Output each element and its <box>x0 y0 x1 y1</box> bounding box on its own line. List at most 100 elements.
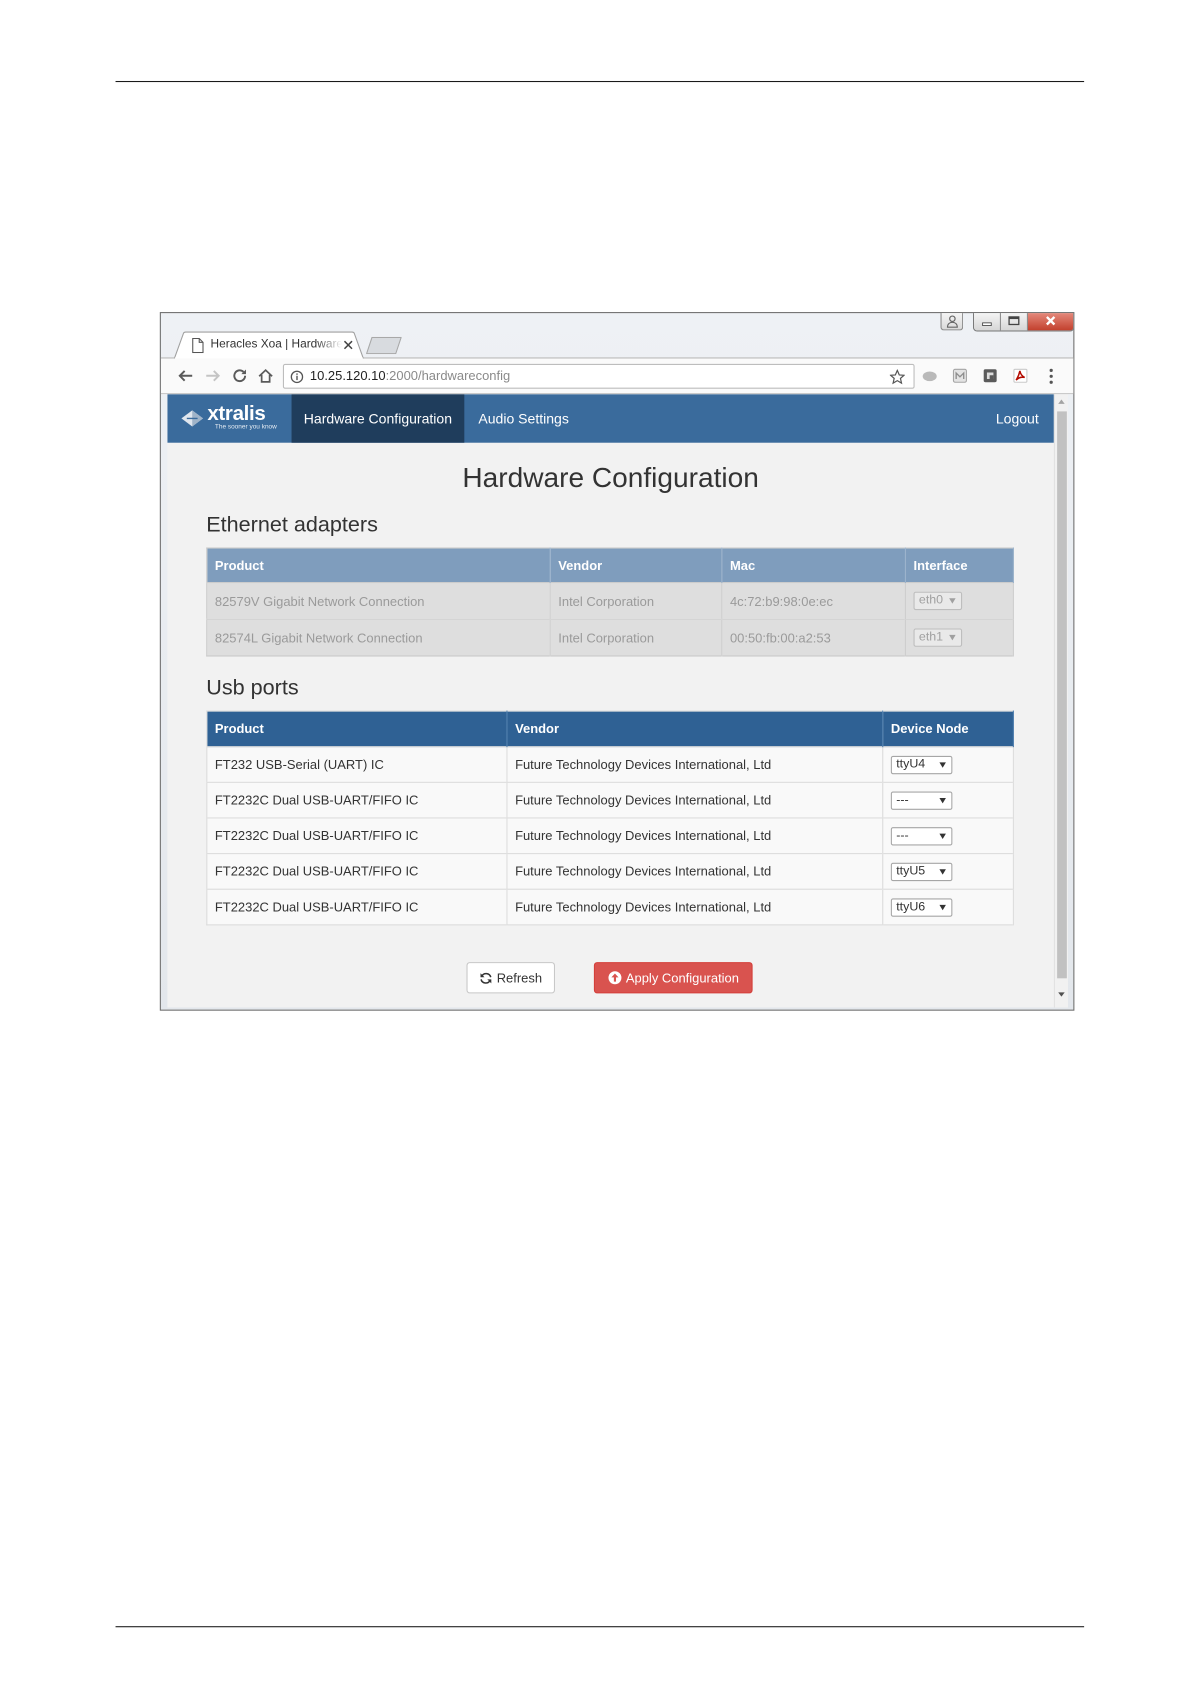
device-node-value: ttyU4 <box>896 757 926 771</box>
mac-cell: 00:50:fb:00:a2:53 <box>721 618 906 656</box>
table-row: 82579V Gigabit Network Connection Intel … <box>206 582 1014 620</box>
device-node-select[interactable]: ttyU5 <box>890 862 953 881</box>
profile-button[interactable] <box>940 313 964 331</box>
product-cell: FT2232C Dual USB-UART/FIFO IC <box>206 781 508 818</box>
xtralis-logo[interactable]: xtralis The sooner you know <box>167 394 291 443</box>
manual-page: Heracles Xoa | Hardware 10.25.120.10:200… <box>0 0 1190 1684</box>
usb-header-row: Product Vendor Device Node <box>206 711 1014 747</box>
reload-icon[interactable] <box>231 367 248 384</box>
url-path: :2000/hardwareconfig <box>385 368 511 384</box>
product-cell: FT2232C Dual USB-UART/FIFO IC <box>206 853 508 890</box>
column-header-vendor: Vendor <box>550 547 723 583</box>
caret-down-icon <box>949 598 956 604</box>
vendor-cell: Intel Corporation <box>550 618 723 656</box>
column-header-vendor: Vendor <box>506 711 884 747</box>
nav-hardware-configuration[interactable]: Hardware Configuration <box>291 394 465 443</box>
new-tab-button[interactable] <box>365 336 402 355</box>
mac-cell: 4c:72:b9:98:0e:ec <box>721 582 906 620</box>
vendor-cell: Future Technology Devices International,… <box>506 746 884 783</box>
device-node-cell: ttyU5 <box>882 853 1014 890</box>
table-row: 82574L Gigabit Network Connection Intel … <box>206 618 1014 656</box>
tab-close-icon[interactable] <box>343 340 353 350</box>
interface-cell: eth1 <box>905 618 1014 656</box>
table-row: FT2232C Dual USB-UART/FIFO IC Future Tec… <box>206 888 1014 925</box>
interface-cell: eth0 <box>905 582 1014 620</box>
device-node-select[interactable]: --- <box>890 790 953 810</box>
close-window-button[interactable] <box>1027 313 1074 331</box>
acrobat-pdf-icon[interactable] <box>1013 368 1028 383</box>
scrollbar-thumb[interactable] <box>1057 411 1067 979</box>
home-icon[interactable] <box>257 367 274 384</box>
info-icon[interactable] <box>290 370 304 384</box>
refresh-button-label: Refresh <box>496 970 543 986</box>
caret-down-icon <box>939 833 946 839</box>
minimize-icon <box>982 322 992 326</box>
device-node-select[interactable]: --- <box>890 826 953 845</box>
product-cell: FT2232C Dual USB-UART/FIFO IC <box>206 817 508 854</box>
column-header-device-node: Device Node <box>882 711 1014 747</box>
page-title: Hardware Configuration <box>462 461 759 494</box>
web-page-viewport: xtralis The sooner you know Hardware Con… <box>167 394 1068 1008</box>
url-text[interactable]: 10.25.120.10:2000/hardwareconfig <box>310 365 510 388</box>
device-node-value: --- <box>896 793 909 807</box>
window-controls <box>972 313 1074 332</box>
product-cell: 82579V Gigabit Network Connection <box>206 582 551 620</box>
logout-link[interactable]: Logout <box>996 394 1039 443</box>
caret-down-icon <box>949 634 956 641</box>
scroll-down-arrow-icon[interactable] <box>1058 992 1065 997</box>
vendor-cell: Future Technology Devices International,… <box>506 853 884 890</box>
product-cell: FT2232C Dual USB-UART/FIFO IC <box>206 888 508 925</box>
minimize-button[interactable] <box>973 313 1001 331</box>
browser-tab[interactable]: Heracles Xoa | Hardware <box>173 331 364 359</box>
usb-heading: Usb ports <box>206 675 299 700</box>
scroll-up-arrow-icon[interactable] <box>1058 399 1065 404</box>
header-rule <box>115 80 1085 83</box>
device-node-select[interactable]: ttyU6 <box>890 897 953 917</box>
refresh-button[interactable]: Refresh <box>466 962 556 994</box>
vendor-cell: Future Technology Devices International,… <box>506 817 884 854</box>
interface-select-value: eth1 <box>918 630 944 644</box>
column-header-product: Product <box>206 547 551 583</box>
address-bar[interactable]: 10.25.120.10:2000/hardwareconfig <box>282 363 915 389</box>
logo-text: xtralis <box>207 402 266 426</box>
circle-arrow-up-icon <box>608 971 622 985</box>
table-row: FT2232C Dual USB-UART/FIFO IC Future Tec… <box>206 853 1014 890</box>
extension-dark-icon[interactable] <box>983 368 998 383</box>
device-node-select[interactable]: ttyU4 <box>890 755 953 774</box>
forward-arrow-icon[interactable] <box>204 367 221 384</box>
browser-toolbar: 10.25.120.10:2000/hardwareconfig <box>160 357 1074 395</box>
caret-down-icon <box>939 761 946 768</box>
url-host: 10.25.120.10 <box>309 368 386 384</box>
top-navbar: xtralis The sooner you know Hardware Con… <box>167 394 1054 443</box>
maximize-button[interactable] <box>1000 313 1028 331</box>
product-cell: FT232 USB-Serial (UART) IC <box>206 746 508 783</box>
product-cell: 82574L Gigabit Network Connection <box>206 618 551 656</box>
device-node-value: --- <box>896 828 909 842</box>
vertical-scrollbar[interactable] <box>1053 394 1068 1008</box>
ethernet-table: Product Vendor Mac Interface 82579V Giga… <box>206 547 1014 657</box>
usb-table: Product Vendor Device Node FT232 USB-Ser… <box>206 710 1014 926</box>
refresh-icon <box>480 972 492 984</box>
table-row: FT2232C Dual USB-UART/FIFO IC Future Tec… <box>206 817 1014 854</box>
browser-window: Heracles Xoa | Hardware 10.25.120.10:200… <box>159 312 1075 1011</box>
back-arrow-icon[interactable] <box>177 367 194 384</box>
caret-down-icon <box>939 904 946 910</box>
nav-audio-settings[interactable]: Audio Settings <box>464 394 583 443</box>
interface-select: eth0 <box>913 591 963 611</box>
device-node-value: ttyU5 <box>896 864 926 878</box>
ethernet-header-row: Product Vendor Mac Interface <box>206 547 1014 583</box>
interface-select-value: eth0 <box>918 593 944 607</box>
table-row: FT232 USB-Serial (UART) IC Future Techno… <box>206 746 1014 783</box>
apply-configuration-button[interactable]: Apply Configuration <box>593 962 753 994</box>
caret-down-icon <box>939 797 946 803</box>
extension-gray-icon[interactable] <box>922 368 937 383</box>
device-node-cell: --- <box>882 781 1014 818</box>
ethernet-heading: Ethernet adapters <box>206 512 378 537</box>
menu-dots-icon[interactable] <box>1048 368 1053 384</box>
star-icon[interactable] <box>889 369 905 385</box>
extension-box-icon[interactable] <box>952 368 967 383</box>
xtralis-logo-mark-icon <box>181 410 204 427</box>
logo-tagline: The sooner you know <box>214 424 277 431</box>
vendor-cell: Future Technology Devices International,… <box>506 781 884 818</box>
vendor-cell: Intel Corporation <box>550 582 723 620</box>
